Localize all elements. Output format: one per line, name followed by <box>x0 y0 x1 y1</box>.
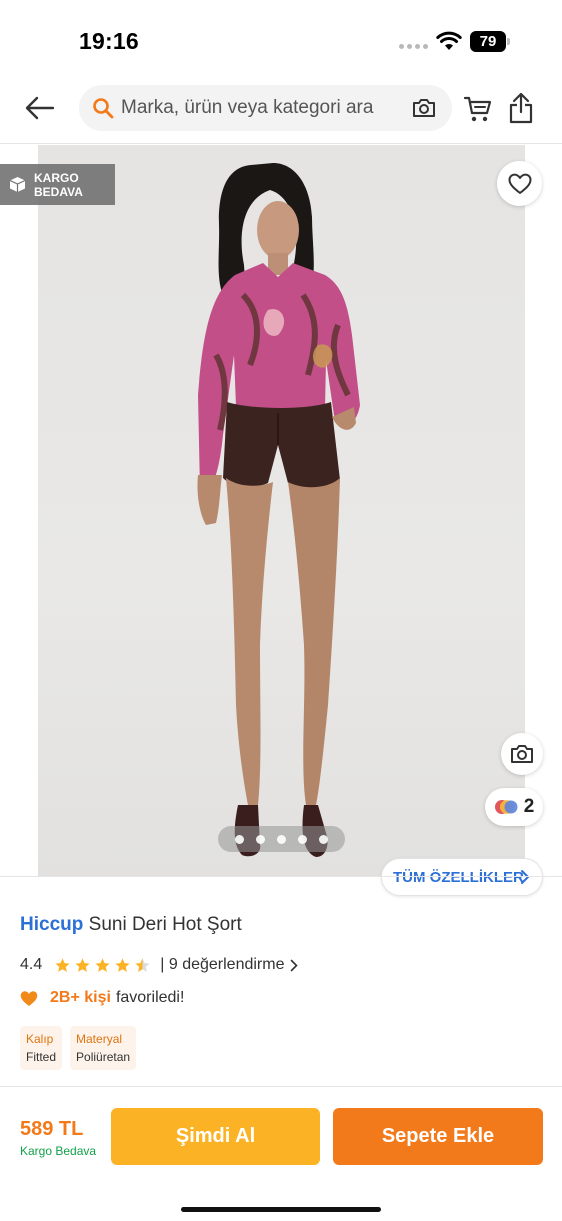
share-icon[interactable] <box>508 92 534 124</box>
attribute-value: Fitted <box>26 1050 57 1064</box>
star-icon <box>115 957 130 972</box>
favorite-text: favoriledi! <box>115 989 185 1006</box>
rating-row[interactable]: 4.4 | 9 değerlendirme <box>20 955 299 975</box>
add-to-cart-button[interactable]: Sepete Ekle <box>333 1108 543 1165</box>
review-count-link[interactable]: | 9 değerlendirme <box>160 956 284 974</box>
cart-icon[interactable] <box>463 94 493 124</box>
color-count: 2 <box>523 796 535 817</box>
attribute-key: Materyal <box>76 1032 123 1046</box>
all-features-button[interactable]: TÜM ÖZELLİKLER <box>381 858 543 896</box>
color-options-button[interactable]: 2 <box>485 788 543 826</box>
battery-icon: 79 <box>470 31 510 52</box>
pager-dot[interactable] <box>319 834 328 844</box>
back-arrow-icon <box>25 96 55 120</box>
rating-value: 4.4 <box>20 956 43 973</box>
camera-icon <box>511 745 533 763</box>
battery-level: 79 <box>470 31 506 52</box>
shipping-note: Kargo Bedava <box>20 1144 97 1158</box>
visual-search-button[interactable] <box>501 733 543 775</box>
favorites-row: 2B+ kişi favoriledi! <box>20 989 184 1007</box>
attribute-chips: Kalıp Fitted Materyal Poliüretan <box>20 1026 137 1070</box>
rating-stars <box>54 957 151 974</box>
pager-dot[interactable] <box>256 834 265 844</box>
brand-link[interactable]: Hiccup <box>20 914 83 935</box>
header: Marka, ürün veya kategori ara <box>0 72 562 144</box>
chevron-right-icon <box>291 959 299 971</box>
product-photo[interactable] <box>38 145 525 876</box>
divider <box>0 876 562 877</box>
orange-heart-icon <box>20 990 38 1006</box>
color-swatch-icon <box>494 800 518 814</box>
free-shipping-badge: KARGO BEDAVA <box>0 164 115 205</box>
badge-line-1: KARGO <box>34 171 79 185</box>
attribute-chip-fit: Kalıp Fitted <box>20 1026 63 1070</box>
search-input[interactable]: Marka, ürün veya kategori ara <box>121 97 401 119</box>
search-icon <box>93 98 114 119</box>
favorite-button[interactable] <box>497 161 542 206</box>
attribute-chip-material: Materyal Poliüretan <box>70 1026 137 1070</box>
status-time: 19:16 <box>79 28 139 54</box>
star-icon <box>55 957 70 972</box>
model-illustration <box>197 163 360 857</box>
badge-line-2: BEDAVA <box>34 185 83 199</box>
wifi-icon <box>436 31 462 50</box>
chevron-right-icon <box>521 870 529 884</box>
star-icon <box>75 957 90 972</box>
heart-icon <box>508 173 531 194</box>
search-bar[interactable]: Marka, ürün veya kategori ara <box>79 85 452 131</box>
buy-now-button[interactable]: Şimdi Al <box>111 1108 320 1165</box>
attribute-value: Poliüretan <box>76 1050 131 1064</box>
price: 589 TL <box>20 1118 84 1140</box>
star-icon <box>95 957 110 972</box>
camera-icon[interactable] <box>411 96 437 120</box>
all-features-label: TÜM ÖZELLİKLER <box>393 869 524 886</box>
attribute-key: Kalıp <box>26 1032 54 1046</box>
pager-dot[interactable] <box>298 834 307 844</box>
pager-dot[interactable] <box>277 834 286 844</box>
status-bar: 19:16 79 <box>0 0 562 72</box>
back-button[interactable] <box>22 92 58 124</box>
product-title: Hiccup Suni Deri Hot Şort <box>20 914 242 936</box>
product-gallery[interactable]: KARGO BEDAVA 2 TÜM ÖZELLİKLER <box>0 145 562 896</box>
pager-dot[interactable] <box>235 834 244 844</box>
half-star-icon <box>135 957 150 972</box>
image-pager[interactable] <box>218 826 345 852</box>
favorite-count: 2B+ kişi <box>50 989 111 1006</box>
package-icon <box>9 177 26 192</box>
home-indicator[interactable] <box>181 1207 381 1212</box>
product-name: Suni Deri Hot Şort <box>88 914 242 935</box>
purchase-bar: 589 TL Kargo Bedava Şimdi Al Sepete Ekle <box>0 1086 562 1221</box>
cellular-signal-icon <box>399 44 428 49</box>
